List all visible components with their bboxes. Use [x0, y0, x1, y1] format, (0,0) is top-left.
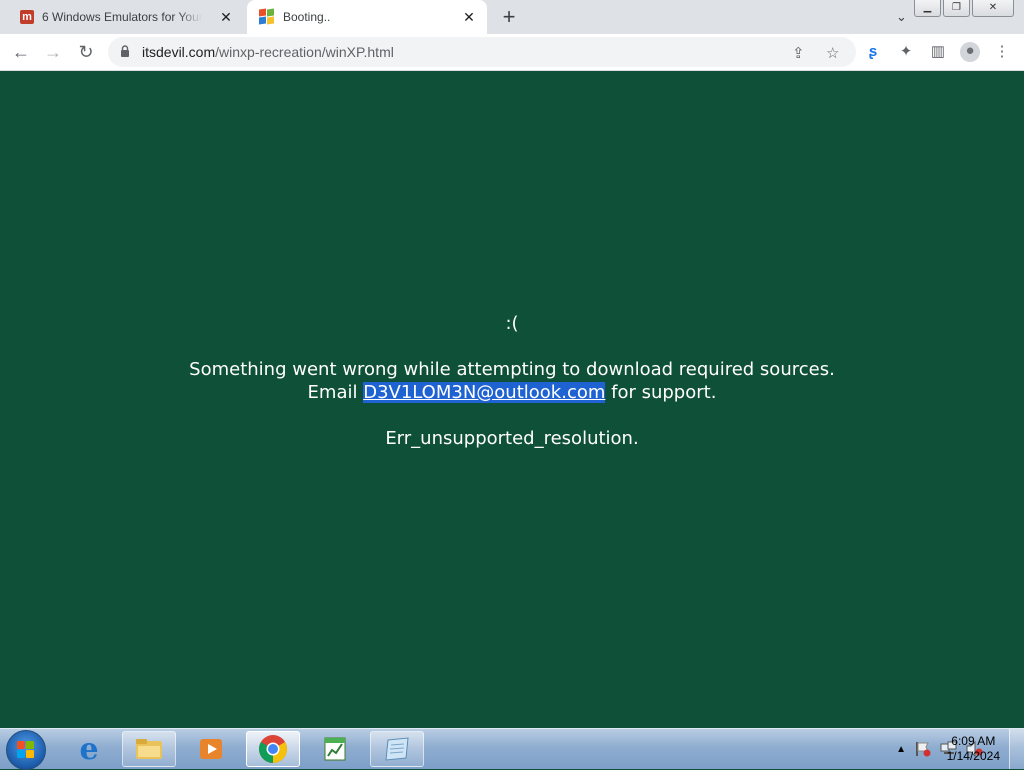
tab-windows-emulators[interactable]: m 6 Windows Emulators for Your Browser ✕: [8, 0, 244, 34]
tab-title: Booting..: [283, 10, 331, 24]
new-tab-button[interactable]: +: [499, 6, 519, 28]
error-code: Err_unsupported_resolution.: [385, 428, 639, 449]
window-controls: ▁ ❐ ✕: [914, 0, 1014, 17]
error-page: :( Something went wrong while attempting…: [0, 71, 1024, 728]
extension-s-icon[interactable]: ʂ: [864, 43, 882, 61]
action-center-flag-icon[interactable]: [914, 741, 932, 757]
taskbar-notepad-app[interactable]: [370, 731, 424, 767]
profile-avatar-icon[interactable]: ●: [960, 42, 980, 62]
taskbar-spreadsheet-app[interactable]: [308, 731, 362, 767]
tab-search-chevron-icon[interactable]: ⌄: [896, 9, 907, 25]
taskbar-clock[interactable]: 6:09 AM 1/14/2024: [947, 734, 1000, 764]
close-tab-icon[interactable]: ✕: [218, 9, 234, 25]
windows-taskbar: e ▲ 6:09 AM 1/14/2024: [0, 728, 1024, 770]
m-logo-icon: m: [20, 10, 34, 24]
minimize-icon[interactable]: ▁: [914, 0, 941, 17]
email-prefix: Email: [307, 382, 364, 403]
share-icon[interactable]: ⇪: [792, 44, 805, 62]
clock-date: 1/14/2024: [946, 749, 1000, 763]
taskbar-media-player[interactable]: [184, 731, 238, 767]
show-hidden-icons-chevron-icon[interactable]: ▲: [896, 744, 906, 755]
media-player-icon: [200, 739, 222, 759]
forward-arrow-icon[interactable]: →: [41, 40, 65, 64]
chrome-icon: [259, 735, 287, 763]
close-tab-icon[interactable]: ✕: [461, 9, 477, 25]
file-explorer-icon: [136, 739, 162, 759]
browser-toolbar: ← → ↻ itsdevil.com/winxp-recreation/winX…: [0, 34, 1024, 71]
sad-face: :(: [505, 313, 519, 334]
taskbar-internet-explorer[interactable]: e: [62, 731, 116, 767]
restore-icon[interactable]: ❐: [943, 0, 970, 17]
lock-icon: [121, 45, 129, 57]
url-text: itsdevil.com/winxp-recreation/winXP.html: [142, 44, 394, 60]
back-arrow-icon[interactable]: ←: [9, 40, 33, 64]
browser-tab-bar: m 6 Windows Emulators for Your Browser ✕…: [0, 0, 1024, 34]
tab-booting[interactable]: Booting.. ✕: [247, 0, 487, 34]
clock-time: 6:09 AM: [951, 734, 996, 748]
reload-icon[interactable]: ↻: [74, 40, 98, 64]
menu-kebab-icon[interactable]: ⋮: [993, 43, 1011, 61]
internet-explorer-icon: e: [79, 731, 99, 767]
email-suffix: for support.: [605, 382, 717, 403]
start-button[interactable]: [6, 730, 46, 770]
spreadsheet-app-icon: [324, 737, 346, 761]
windows-xp-logo-icon: [259, 8, 275, 25]
windows-logo-icon: [17, 741, 35, 759]
side-panel-icon[interactable]: ▥: [929, 43, 947, 61]
address-bar[interactable]: itsdevil.com/winxp-recreation/winXP.html…: [108, 37, 856, 67]
support-line: Email D3V1LOM3N@outlook.com for support.: [0, 382, 1024, 403]
url-domain: itsdevil.com: [142, 44, 216, 60]
url-path: /winxp-recreation/winXP.html: [215, 44, 394, 60]
show-desktop-button[interactable]: [1009, 729, 1024, 769]
taskbar-chrome[interactable]: [246, 731, 300, 767]
close-window-icon[interactable]: ✕: [972, 0, 1014, 17]
extensions-puzzle-icon[interactable]: ✦: [897, 43, 915, 61]
support-email-link[interactable]: D3V1LOM3N@outlook.com: [363, 382, 606, 403]
tab-title: 6 Windows Emulators for Your Browser: [42, 10, 202, 24]
error-message: Something went wrong while attempting to…: [189, 359, 835, 380]
notepad-app-icon: [385, 737, 409, 761]
taskbar-file-explorer[interactable]: [122, 731, 176, 767]
bookmark-star-icon[interactable]: ☆: [826, 44, 839, 62]
